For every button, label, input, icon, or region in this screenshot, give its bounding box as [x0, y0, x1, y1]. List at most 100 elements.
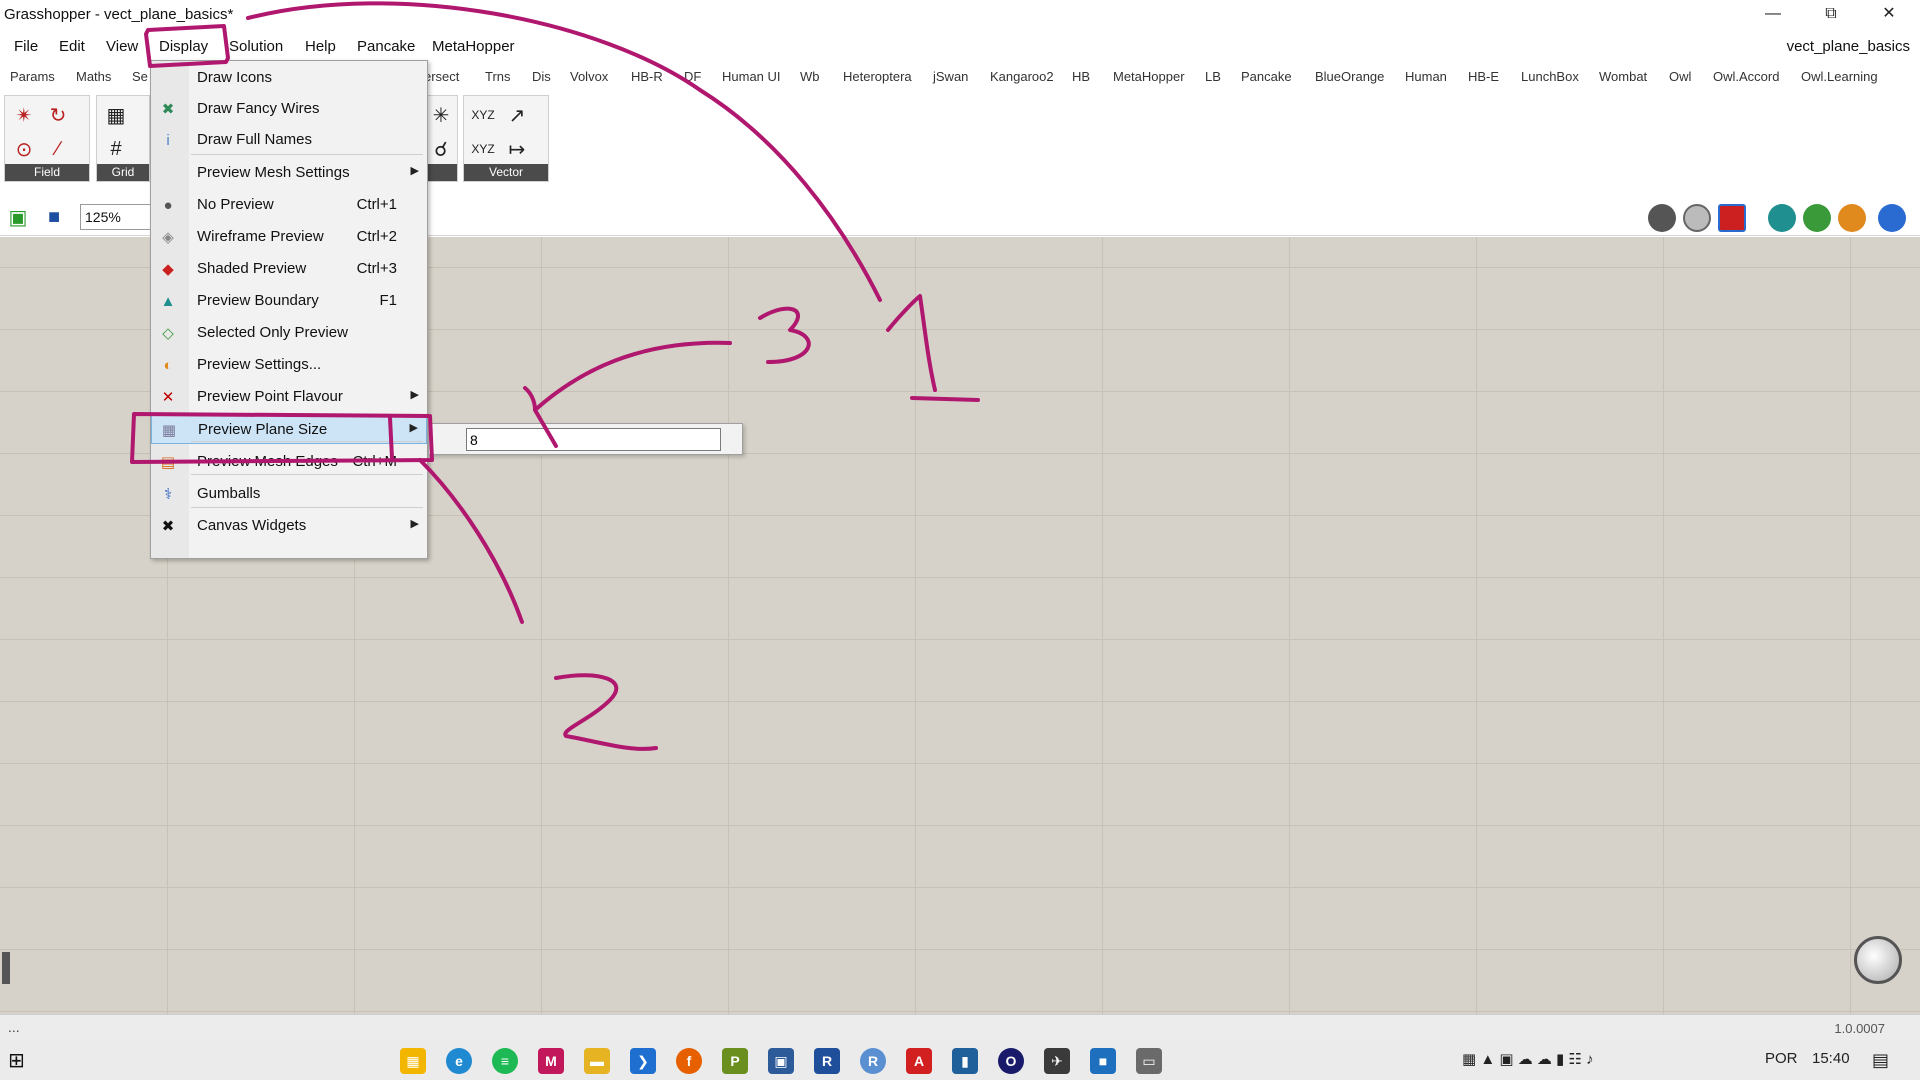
close-button[interactable]: ✕ [1860, 0, 1918, 30]
menu-item-selected-only-preview[interactable]: ◇ Selected Only Preview [151, 318, 427, 348]
save-file-icon[interactable]: ■ [40, 203, 68, 231]
obs-icon[interactable]: O [998, 1048, 1024, 1074]
apps-icon[interactable]: ▣ [768, 1048, 794, 1074]
menu-item-draw-full-names[interactable]: i Draw Full Names [151, 125, 427, 155]
tab-owl-accord[interactable]: Owl.Accord [1713, 69, 1779, 84]
panel-caption[interactable]: Grid [97, 164, 149, 181]
tab-owl[interactable]: Owl [1669, 69, 1691, 84]
wireframe-preview-icon[interactable] [1683, 204, 1711, 232]
no-preview-icon[interactable] [1648, 204, 1676, 232]
tab-jswan[interactable]: jSwan [933, 69, 968, 84]
tab-sets[interactable]: Se [132, 69, 148, 84]
plane-size-input[interactable] [466, 428, 721, 451]
restore-button[interactable]: ⧉ [1802, 0, 1860, 30]
doc-icon[interactable]: ▮ [952, 1048, 978, 1074]
amplitude-icon[interactable]: ↦ [502, 134, 532, 164]
windows-start-icon[interactable]: ⊞ [8, 1048, 32, 1072]
vscode-icon[interactable]: ❯ [630, 1048, 656, 1074]
menu-edit[interactable]: Edit [59, 38, 85, 55]
tab-heteroptera[interactable]: Heteroptera [843, 69, 912, 84]
grasshopper-icon[interactable]: ✈ [1044, 1048, 1070, 1074]
tab-owl-learning[interactable]: Owl.Learning [1801, 69, 1878, 84]
tab-volvox[interactable]: Volvox [570, 69, 608, 84]
menu-view[interactable]: View [106, 38, 138, 55]
vector-xyz-icon[interactable]: XYZ [468, 100, 498, 130]
tab-hb[interactable]: HB [1072, 69, 1090, 84]
navigation-compass-icon[interactable] [1854, 936, 1902, 984]
tab-lb[interactable]: LB [1205, 69, 1221, 84]
shaded-preview-icon[interactable] [1718, 204, 1746, 232]
tab-maths[interactable]: Maths [76, 69, 111, 84]
file-explorer-grid-icon[interactable]: ▦ [400, 1048, 426, 1074]
menu-item-wireframe-preview[interactable]: ◈ Wireframe Preview Ctrl+2 [151, 222, 427, 252]
edge-icon[interactable]: e [446, 1048, 472, 1074]
canvas-scroll-handle[interactable] [2, 952, 10, 984]
tab-trns[interactable]: Trns [485, 69, 511, 84]
menu-item-draw-icons[interactable]: ✓ Draw Icons [151, 63, 427, 93]
tab-params[interactable]: Params [10, 69, 55, 84]
acrobat-icon[interactable]: A [906, 1048, 932, 1074]
r-icon[interactable]: R [860, 1048, 886, 1074]
menu-item-canvas-widgets[interactable]: ✖ Canvas Widgets ▶ [151, 511, 427, 541]
menu-display[interactable]: Display [159, 38, 208, 55]
preview-settings-icon[interactable] [1838, 204, 1866, 232]
preview-boundary-icon[interactable] [1768, 204, 1796, 232]
menu-item-no-preview[interactable]: ● No Preview Ctrl+1 [151, 190, 427, 220]
tab-pancake[interactable]: Pancake [1241, 69, 1292, 84]
menu-solution[interactable]: Solution [229, 38, 283, 55]
minimize-button[interactable]: — [1744, 0, 1802, 30]
menu-pancake[interactable]: Pancake [357, 38, 415, 55]
tab-metahopper[interactable]: MetaHopper [1113, 69, 1185, 84]
tab-wombat[interactable]: Wombat [1599, 69, 1647, 84]
tab-hb-r[interactable]: HB-R [631, 69, 663, 84]
plane-points-icon[interactable]: ✳ [426, 100, 456, 130]
tab-intersect[interactable]: ersect [424, 69, 459, 84]
square-grid-icon[interactable]: ▦ [101, 100, 131, 130]
menu-item-preview-boundary[interactable]: ▲ Preview Boundary F1 [151, 286, 427, 316]
folder-icon[interactable]: ▬ [584, 1048, 610, 1074]
tab-kangaroo2[interactable]: Kangaroo2 [990, 69, 1054, 84]
clock[interactable]: 15:40 [1812, 1050, 1850, 1067]
menu-item-preview-point-flavour[interactable]: ✕ Preview Point Flavour ▶ [151, 382, 427, 412]
selected-only-preview-icon[interactable] [1803, 204, 1831, 232]
tab-wb[interactable]: Wb [800, 69, 820, 84]
firefox-icon[interactable]: f [676, 1048, 702, 1074]
menu-help[interactable]: Help [305, 38, 336, 55]
menu-metahopper[interactable]: MetaHopper [432, 38, 515, 55]
menu-file[interactable]: File [14, 38, 38, 55]
menu-item-preview-mesh-settings[interactable]: Preview Mesh Settings ▶ [151, 158, 427, 188]
display-options-icon[interactable] [1878, 204, 1906, 232]
open-file-icon[interactable]: ▣ [4, 203, 32, 231]
tab-human[interactable]: Human [1405, 69, 1447, 84]
panel-caption[interactable] [425, 164, 457, 181]
notes-icon[interactable]: P [722, 1048, 748, 1074]
menu-item-preview-settings[interactable]: ◐ Preview Settings... [151, 350, 427, 380]
menu-item-gumballs[interactable]: ⚕ Gumballs [151, 479, 427, 509]
window-icon[interactable]: ▭ [1136, 1048, 1162, 1074]
point-charge-icon[interactable]: ⊙ [9, 134, 39, 164]
panel-caption[interactable]: Vector [464, 164, 548, 181]
vector-2pt-icon[interactable]: ↗ [502, 100, 532, 130]
language-indicator[interactable]: POR [1765, 1050, 1798, 1067]
tab-lunchbox[interactable]: LunchBox [1521, 69, 1579, 84]
panel-caption[interactable]: Field [5, 164, 89, 181]
zoom-field[interactable]: 125% [80, 204, 152, 230]
tab-hb-e[interactable]: HB-E [1468, 69, 1499, 84]
line-charge-icon[interactable]: ∕ [43, 134, 73, 164]
menu-item-preview-plane-size[interactable]: ▦ Preview Plane Size ▶ [151, 414, 427, 444]
tab-human-ui[interactable]: Human UI [722, 69, 781, 84]
menu-item-preview-mesh-edges[interactable]: ▤ Preview Mesh Edges Ctrl+M [151, 447, 427, 477]
menu-item-shaded-preview[interactable]: ◆ Shaded Preview Ctrl+3 [151, 254, 427, 284]
menu-item-draw-fancy-wires[interactable]: ✖ Draw Fancy Wires [151, 94, 427, 124]
app-icon[interactable]: M [538, 1048, 564, 1074]
tray-icons[interactable]: ▦ ▲ ▣ ☁ ☁ ▮ ☷ ♪ [1462, 1050, 1594, 1068]
magnet-icon[interactable]: ✴ [9, 100, 39, 130]
grid-icon[interactable]: # [101, 134, 131, 164]
notifications-icon[interactable]: ▤ [1872, 1050, 1889, 1071]
revit-icon[interactable]: R [814, 1048, 840, 1074]
plane-circle-icon[interactable]: ☌ [426, 134, 456, 164]
magnet-spin-icon[interactable]: ↻ [43, 100, 73, 130]
tab-blueorange[interactable]: BlueOrange [1315, 69, 1384, 84]
tab-dis[interactable]: Dis [532, 69, 551, 84]
spotify-icon[interactable]: ≡ [492, 1048, 518, 1074]
